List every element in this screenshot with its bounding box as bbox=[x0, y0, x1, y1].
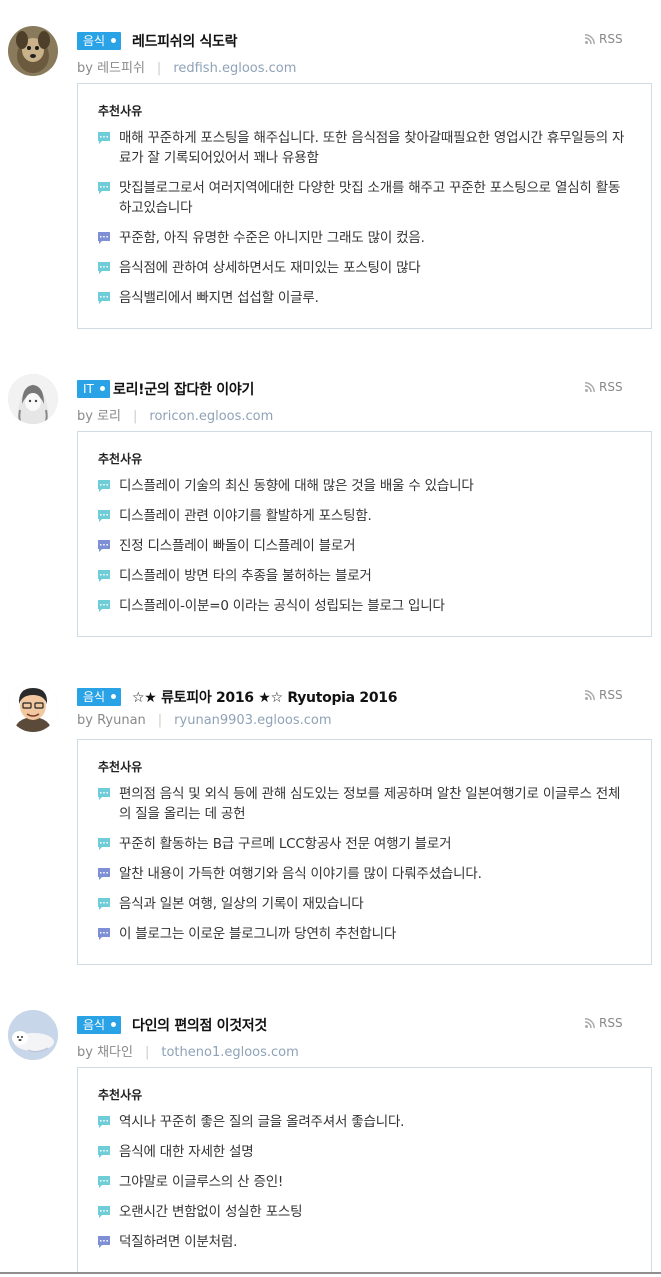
blog-url-link[interactable]: ryunan9903.egloos.com bbox=[174, 713, 331, 728]
rss-label: RSS bbox=[599, 688, 623, 702]
speech-bubble-icon bbox=[98, 262, 110, 274]
reason-item: 그야말로 이글루스의 산 증인! bbox=[98, 1172, 631, 1192]
rss-link[interactable]: RSS bbox=[585, 380, 623, 394]
blog-url-link[interactable]: totheno1.egloos.com bbox=[161, 1045, 298, 1060]
recommendation-box: 추천사유 편의점 음식 및 외식 등에 관해 심도있는 정보를 제공하며 알찬 … bbox=[77, 739, 652, 965]
recommendation-heading: 추천사유 bbox=[98, 760, 143, 774]
meta-divider: | bbox=[157, 713, 163, 728]
rss-link[interactable]: RSS bbox=[585, 32, 623, 46]
reason-item: 음식점에 관하여 상세하면서도 재미있는 포스팅이 많다 bbox=[98, 258, 631, 278]
category-badge[interactable]: 음식 bbox=[77, 688, 122, 706]
meta-divider: | bbox=[156, 61, 162, 76]
bottom-divider bbox=[0, 1272, 661, 1274]
blog-url-link[interactable]: redfish.egloos.com bbox=[173, 61, 296, 76]
speech-bubble-icon bbox=[98, 570, 110, 582]
reason-item: 알찬 내용이 가득한 여행기와 음식 이야기를 많이 다뤄주셨습니다. bbox=[98, 864, 631, 884]
dog-avatar-icon[interactable] bbox=[8, 26, 58, 76]
recommendation-heading: 추천사유 bbox=[98, 452, 143, 466]
author-link[interactable]: by 레드피쉬 bbox=[77, 61, 145, 76]
speech-bubble-icon bbox=[98, 788, 110, 800]
blog-meta: by 채다인 | totheno1.egloos.com bbox=[77, 1041, 299, 1060]
rss-icon bbox=[585, 34, 595, 44]
author-link[interactable]: by 채다인 bbox=[77, 1045, 133, 1060]
blog-title-link[interactable]: 로리!군의 잡다한 이야기 bbox=[113, 379, 254, 399]
speech-bubble-icon bbox=[98, 838, 110, 850]
speech-bubble-icon bbox=[98, 1206, 110, 1218]
category-badge[interactable]: IT bbox=[77, 380, 110, 398]
reason-item: 덕질하려면 이분처럼. bbox=[98, 1232, 631, 1252]
reason-item: 꾸준히 활동하는 B급 구르메 LCC항공사 전문 여행기 블로거 bbox=[98, 834, 631, 854]
blog-meta: by 로리 | roricon.egloos.com bbox=[77, 405, 273, 424]
blog-title-link[interactable]: 다인의 편의점 이것저것 bbox=[132, 1015, 267, 1035]
recommendation-box: 추천사유 매해 꾸준하게 포스팅을 해주십니다. 또한 음식점을 찾아갈때필요한… bbox=[77, 83, 652, 329]
speech-bubble-icon bbox=[98, 1176, 110, 1188]
reason-item: 음식과 일본 여행, 일상의 기록이 재밌습니다 bbox=[98, 894, 631, 914]
anime-girl-avatar-icon[interactable] bbox=[8, 374, 58, 424]
rss-icon bbox=[585, 382, 595, 392]
reason-item: 매해 꾸준하게 포스팅을 해주십니다. 또한 음식점을 찾아갈때필요한 영업시간… bbox=[98, 128, 631, 168]
speech-bubble-icon bbox=[98, 600, 110, 612]
speech-bubble-icon bbox=[98, 232, 110, 244]
reason-item: 디스플레이 방면 타의 추종을 불허하는 블로거 bbox=[98, 566, 631, 586]
speech-bubble-icon bbox=[98, 1116, 110, 1128]
rss-link[interactable]: RSS bbox=[585, 1016, 623, 1030]
author-link[interactable]: by Ryunan bbox=[77, 713, 146, 728]
reason-item: 오랜시간 변함없이 성실한 포스팅 bbox=[98, 1202, 631, 1222]
speech-bubble-icon bbox=[98, 292, 110, 304]
rss-label: RSS bbox=[599, 380, 623, 394]
meta-divider: | bbox=[133, 409, 138, 424]
rss-icon bbox=[585, 690, 595, 700]
rss-label: RSS bbox=[599, 1016, 623, 1030]
blog-url-link[interactable]: roricon.egloos.com bbox=[149, 409, 273, 424]
reason-item: 디스플레이 기술의 최신 동향에 대해 많은 것을 배울 수 있습니다 bbox=[98, 476, 631, 496]
speech-bubble-icon bbox=[98, 1146, 110, 1158]
speech-bubble-icon bbox=[98, 540, 110, 552]
cartoon-man-avatar-icon[interactable] bbox=[8, 682, 58, 732]
category-badge[interactable]: 음식 bbox=[77, 32, 122, 50]
blog-title-link[interactable]: 레드피쉬의 식도락 bbox=[132, 31, 238, 51]
speech-bubble-icon bbox=[98, 868, 110, 880]
category-badge[interactable]: 음식 bbox=[77, 1016, 122, 1034]
reason-item: 진정 디스플레이 빠돌이 디스플레이 블로거 bbox=[98, 536, 631, 556]
speech-bubble-icon bbox=[98, 928, 110, 940]
recommendation-box: 추천사유 디스플레이 기술의 최신 동향에 대해 많은 것을 배울 수 있습니다… bbox=[77, 431, 652, 637]
rss-label: RSS bbox=[599, 32, 623, 46]
recommendation-box: 추천사유 역시나 꾸준히 좋은 질의 글을 올려주셔서 좋습니다. 음식에 대한… bbox=[77, 1067, 652, 1273]
blog-meta: by 레드피쉬 | redfish.egloos.com bbox=[77, 57, 296, 76]
reason-item: 이 블로그는 이로운 블로그니까 당연히 추천합니다 bbox=[98, 924, 631, 944]
blog-meta: by Ryunan | ryunan9903.egloos.com bbox=[77, 713, 332, 728]
reason-item: 맛집블로그로서 여러지역에대한 다양한 맛집 소개를 해주고 꾸준한 포스팅으로… bbox=[98, 178, 631, 218]
blog-title-link[interactable]: ☆★ 류토피아 2016 ★☆ Ryutopia 2016 bbox=[132, 687, 397, 707]
recommendation-heading: 추천사유 bbox=[98, 1088, 143, 1102]
rss-link[interactable]: RSS bbox=[585, 688, 623, 702]
speech-bubble-icon bbox=[98, 510, 110, 522]
reason-item: 꾸준함, 아직 유명한 수준은 아니지만 그래도 많이 컸음. bbox=[98, 228, 631, 248]
author-link[interactable]: by 로리 bbox=[77, 409, 121, 424]
rss-icon bbox=[585, 1018, 595, 1028]
speech-bubble-icon bbox=[98, 132, 110, 144]
speech-bubble-icon bbox=[98, 1236, 110, 1248]
reason-item: 역시나 꾸준히 좋은 질의 글을 올려주셔서 좋습니다. bbox=[98, 1112, 631, 1132]
seal-avatar-icon[interactable] bbox=[8, 1010, 58, 1060]
reason-item: 음식밸리에서 빠지면 섭섭할 이글루. bbox=[98, 288, 631, 308]
reason-item: 음식에 대한 자세한 설명 bbox=[98, 1142, 631, 1162]
recommendation-heading: 추천사유 bbox=[98, 104, 143, 118]
reason-item: 편의점 음식 및 외식 등에 관해 심도있는 정보를 제공하며 알찬 일본여행기… bbox=[98, 784, 631, 824]
reason-item: 디스플레이-이분=0 이라는 공식이 성립되는 블로그 입니다 bbox=[98, 596, 631, 616]
speech-bubble-icon bbox=[98, 182, 110, 194]
reason-item: 디스플레이 관련 이야기를 활발하게 포스팅함. bbox=[98, 506, 631, 526]
speech-bubble-icon bbox=[98, 480, 110, 492]
meta-divider: | bbox=[144, 1045, 150, 1060]
speech-bubble-icon bbox=[98, 898, 110, 910]
